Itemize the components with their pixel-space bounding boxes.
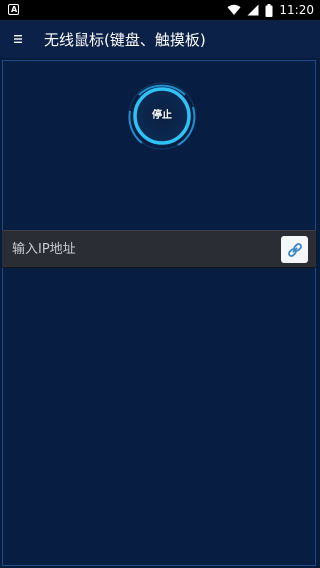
wifi-icon (227, 4, 241, 15)
connect-link-button[interactable] (281, 236, 308, 263)
stop-button[interactable]: 停止 (112, 77, 212, 159)
signal-icon (247, 4, 259, 16)
notification-badge: A (11, 5, 18, 14)
battery-icon (265, 3, 273, 17)
ip-address-input[interactable] (12, 238, 262, 260)
app-screen: A 11:20 无线鼠标(键盘、触摸板) 停止 输入IP地址 (0, 0, 320, 568)
link-icon (287, 242, 302, 257)
stop-button-label: 停止 (152, 110, 172, 121)
status-bar: A 11:20 (0, 0, 320, 20)
app-bar: 无线鼠标(键盘、触摸板) (0, 20, 320, 58)
status-icons: 11:20 (227, 0, 314, 20)
hamburger-menu-icon (14, 35, 22, 43)
ip-input-row (2, 230, 316, 268)
page-title: 无线鼠标(键盘、触摸板) (44, 30, 206, 49)
notification-icon: A (8, 4, 19, 15)
status-time: 11:20 (279, 3, 314, 17)
menu-button[interactable] (0, 20, 36, 58)
